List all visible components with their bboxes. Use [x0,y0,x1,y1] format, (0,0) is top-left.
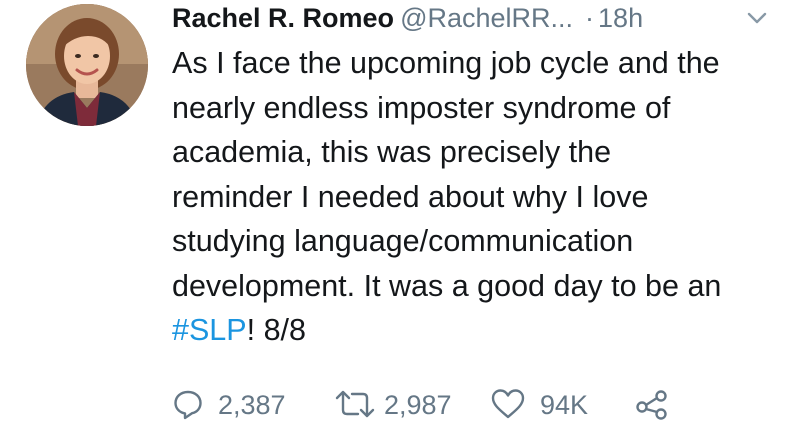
tweet-text-line: As I face the upcoming job cycle and the [172,46,720,80]
share-button[interactable] [634,384,674,424]
profile-photo [26,4,148,126]
retweet-count: 2,987 [384,390,452,420]
chevron-down-icon[interactable] [745,10,769,26]
reply-icon [174,390,202,420]
separator-dot: · [585,3,595,33]
tweet-text-line: nearly endless imposter syndrome of [172,90,671,125]
hashtag-link[interactable]: #SLP [172,313,247,347]
user-handle[interactable]: @RachelRR... [400,3,573,33]
tweet: Rachel R. Romeo @RachelRR... · 18h As I fac… [0,0,800,444]
tweet-text: As I face the upcoming job cycle and the… [172,41,792,353]
tweet-text-last-line: #SLP! 8/8 [172,308,792,353]
tweet-text-suffix: ! 8/8 [246,313,306,347]
retweet-icon [335,390,375,418]
tweet-text-line: academia, this was precisely the [172,135,612,169]
tweet-header: Rachel R. Romeo @RachelRR... · 18h [172,0,643,40]
tweet-text-line: studying language/communication [172,224,634,258]
like-count: 94K [540,390,589,420]
like-button[interactable]: 94K [490,384,600,424]
display-name[interactable]: Rachel R. Romeo [172,3,394,33]
reply-button[interactable]: 2,387 [172,384,302,424]
share-icon [636,390,667,420]
retweet-button[interactable]: 2,987 [334,384,464,424]
tweet-text-line: reminder I needed about why I love [172,179,649,214]
heart-icon [491,389,525,419]
tweet-text-line: development. It was a good day to be an [172,268,722,303]
timestamp[interactable]: 18h [598,3,643,33]
reply-count: 2,387 [218,390,286,420]
avatar[interactable] [26,4,148,126]
